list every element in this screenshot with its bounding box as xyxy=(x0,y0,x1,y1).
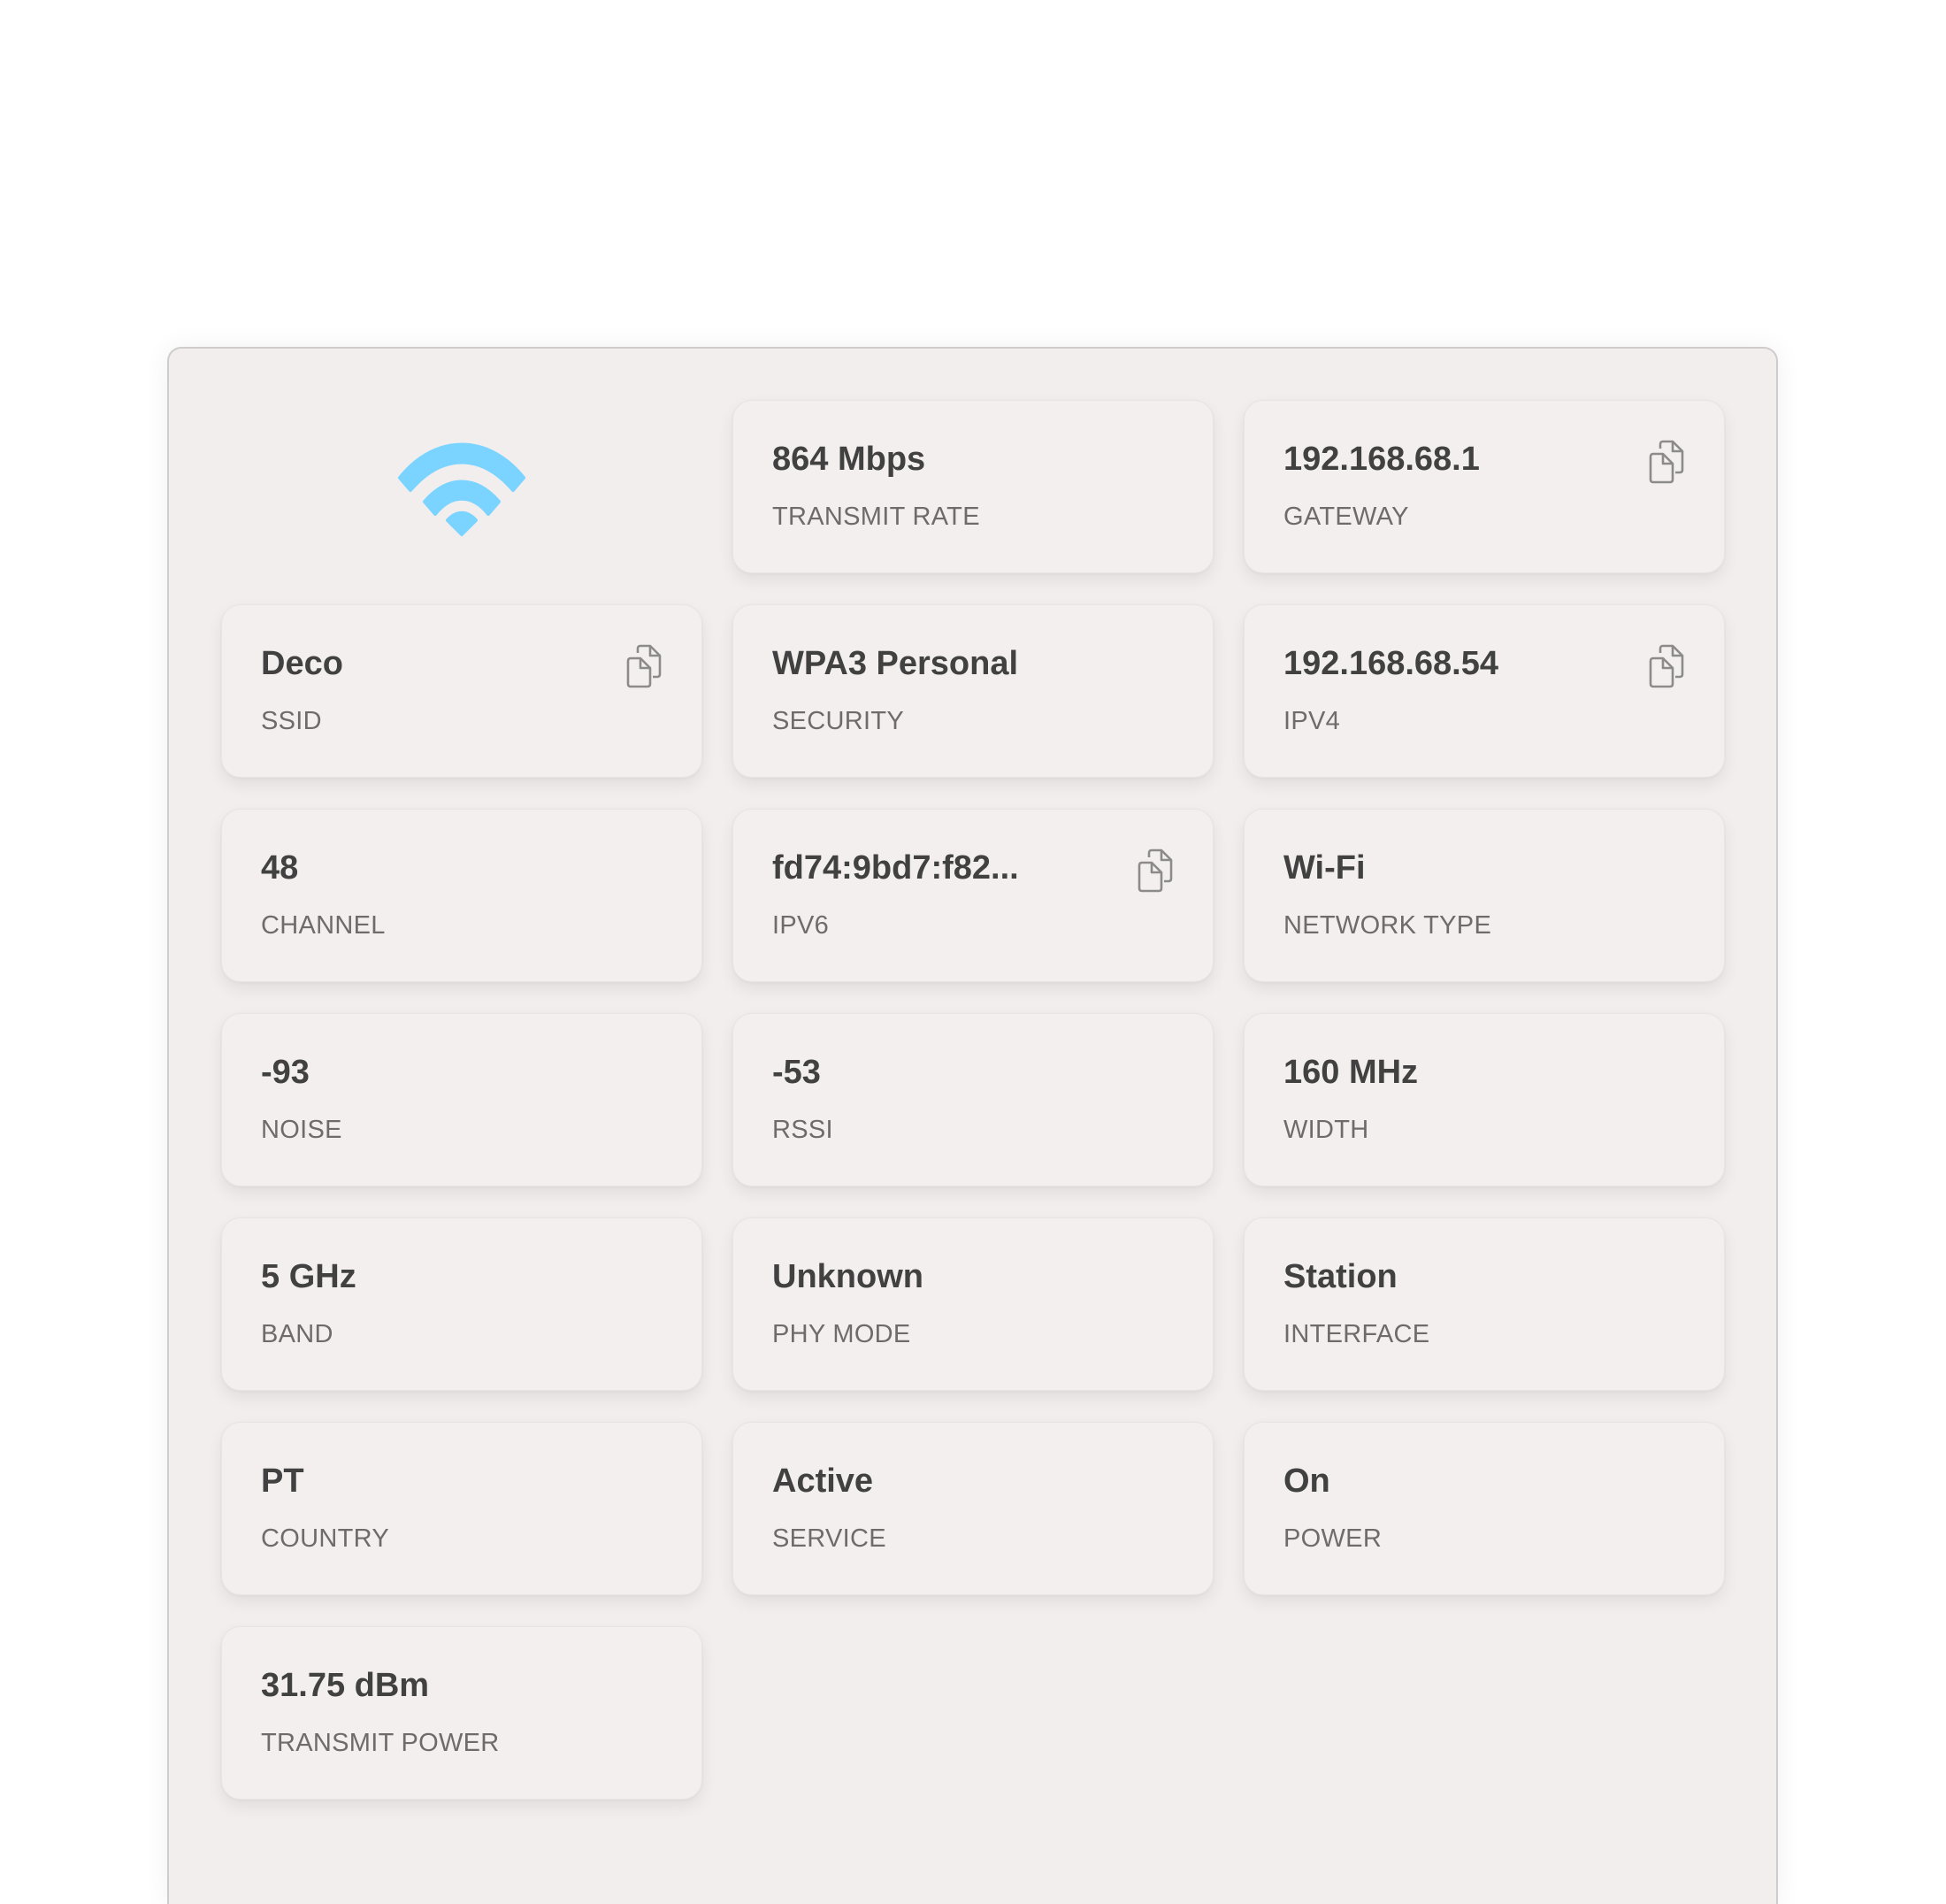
copy-icon xyxy=(1138,848,1173,893)
country-value: PT xyxy=(261,1463,304,1500)
width-value: 160 MHz xyxy=(1283,1054,1419,1091)
ipv6-value: fd74:9bd7:f82... xyxy=(772,849,1019,887)
rssi-label: RSSI xyxy=(772,1116,833,1144)
phy-mode-label: PHY MODE xyxy=(772,1320,911,1348)
card-transmit-power: 31.75 dBm TRANSMIT POWER xyxy=(221,1626,702,1800)
phy-mode-value: Unknown xyxy=(772,1258,923,1295)
card-ipv4: 192.168.68.54 IPV4 xyxy=(1244,604,1725,778)
ipv4-label: IPV4 xyxy=(1283,707,1341,735)
transmit-rate-value: 864 Mbps xyxy=(772,441,926,478)
noise-value: -93 xyxy=(261,1054,310,1091)
interface-label: INTERFACE xyxy=(1283,1320,1430,1348)
width-label: WIDTH xyxy=(1283,1116,1369,1144)
channel-label: CHANNEL xyxy=(261,911,386,940)
copy-ipv6-button[interactable] xyxy=(1137,848,1174,893)
band-label: BAND xyxy=(261,1320,333,1348)
wifi-status xyxy=(221,400,702,573)
copy-ipv4-button[interactable] xyxy=(1648,644,1685,688)
card-power: On POWER xyxy=(1244,1422,1725,1595)
band-value: 5 GHz xyxy=(261,1258,356,1295)
service-label: SERVICE xyxy=(772,1524,886,1553)
copy-ssid-button[interactable] xyxy=(625,644,663,688)
card-country: PT COUNTRY xyxy=(221,1422,702,1595)
copy-icon xyxy=(1649,644,1684,688)
ssid-label: SSID xyxy=(261,707,322,735)
card-ssid: Deco SSID xyxy=(221,604,702,778)
transmit-power-label: TRANSMIT POWER xyxy=(261,1729,500,1757)
power-value: On xyxy=(1283,1463,1330,1500)
card-service: Active SERVICE xyxy=(732,1422,1214,1595)
rssi-value: -53 xyxy=(772,1054,821,1091)
gateway-value: 192.168.68.1 xyxy=(1283,441,1480,478)
card-noise: -93 NOISE xyxy=(221,1013,702,1186)
ipv4-value: 192.168.68.54 xyxy=(1283,645,1499,682)
card-ipv6: fd74:9bd7:f82... IPV6 xyxy=(732,809,1214,982)
transmit-power-value: 31.75 dBm xyxy=(261,1667,430,1704)
service-value: Active xyxy=(772,1463,874,1500)
network-type-label: NETWORK TYPE xyxy=(1283,911,1492,940)
interface-value: Station xyxy=(1283,1258,1398,1295)
copy-icon xyxy=(1649,440,1684,484)
card-band: 5 GHz BAND xyxy=(221,1217,702,1391)
channel-value: 48 xyxy=(261,849,299,887)
country-label: COUNTRY xyxy=(261,1524,389,1553)
card-rssi: -53 RSSI xyxy=(732,1013,1214,1186)
card-network-type: Wi-Fi NETWORK TYPE xyxy=(1244,809,1725,982)
power-label: POWER xyxy=(1283,1524,1383,1553)
transmit-rate-label: TRANSMIT RATE xyxy=(772,503,980,531)
copy-icon xyxy=(626,644,662,688)
card-width: 160 MHz WIDTH xyxy=(1244,1013,1725,1186)
card-security: WPA3 Personal SECURITY xyxy=(732,604,1214,778)
card-gateway: 192.168.68.1 GATEWAY xyxy=(1244,400,1725,573)
card-phy-mode: Unknown PHY MODE xyxy=(732,1217,1214,1391)
copy-gateway-button[interactable] xyxy=(1648,440,1685,484)
network-type-value: Wi-Fi xyxy=(1283,849,1366,887)
security-value: WPA3 Personal xyxy=(772,645,1019,682)
card-interface: Station INTERFACE xyxy=(1244,1217,1725,1391)
ssid-value: Deco xyxy=(261,645,343,682)
wifi-icon xyxy=(398,442,525,536)
card-transmit-rate: 864 Mbps TRANSMIT RATE xyxy=(732,400,1214,573)
noise-label: NOISE xyxy=(261,1116,342,1144)
security-label: SECURITY xyxy=(772,707,905,735)
gateway-label: GATEWAY xyxy=(1283,503,1409,531)
ipv6-label: IPV6 xyxy=(772,911,830,940)
card-channel: 48 CHANNEL xyxy=(221,809,702,982)
